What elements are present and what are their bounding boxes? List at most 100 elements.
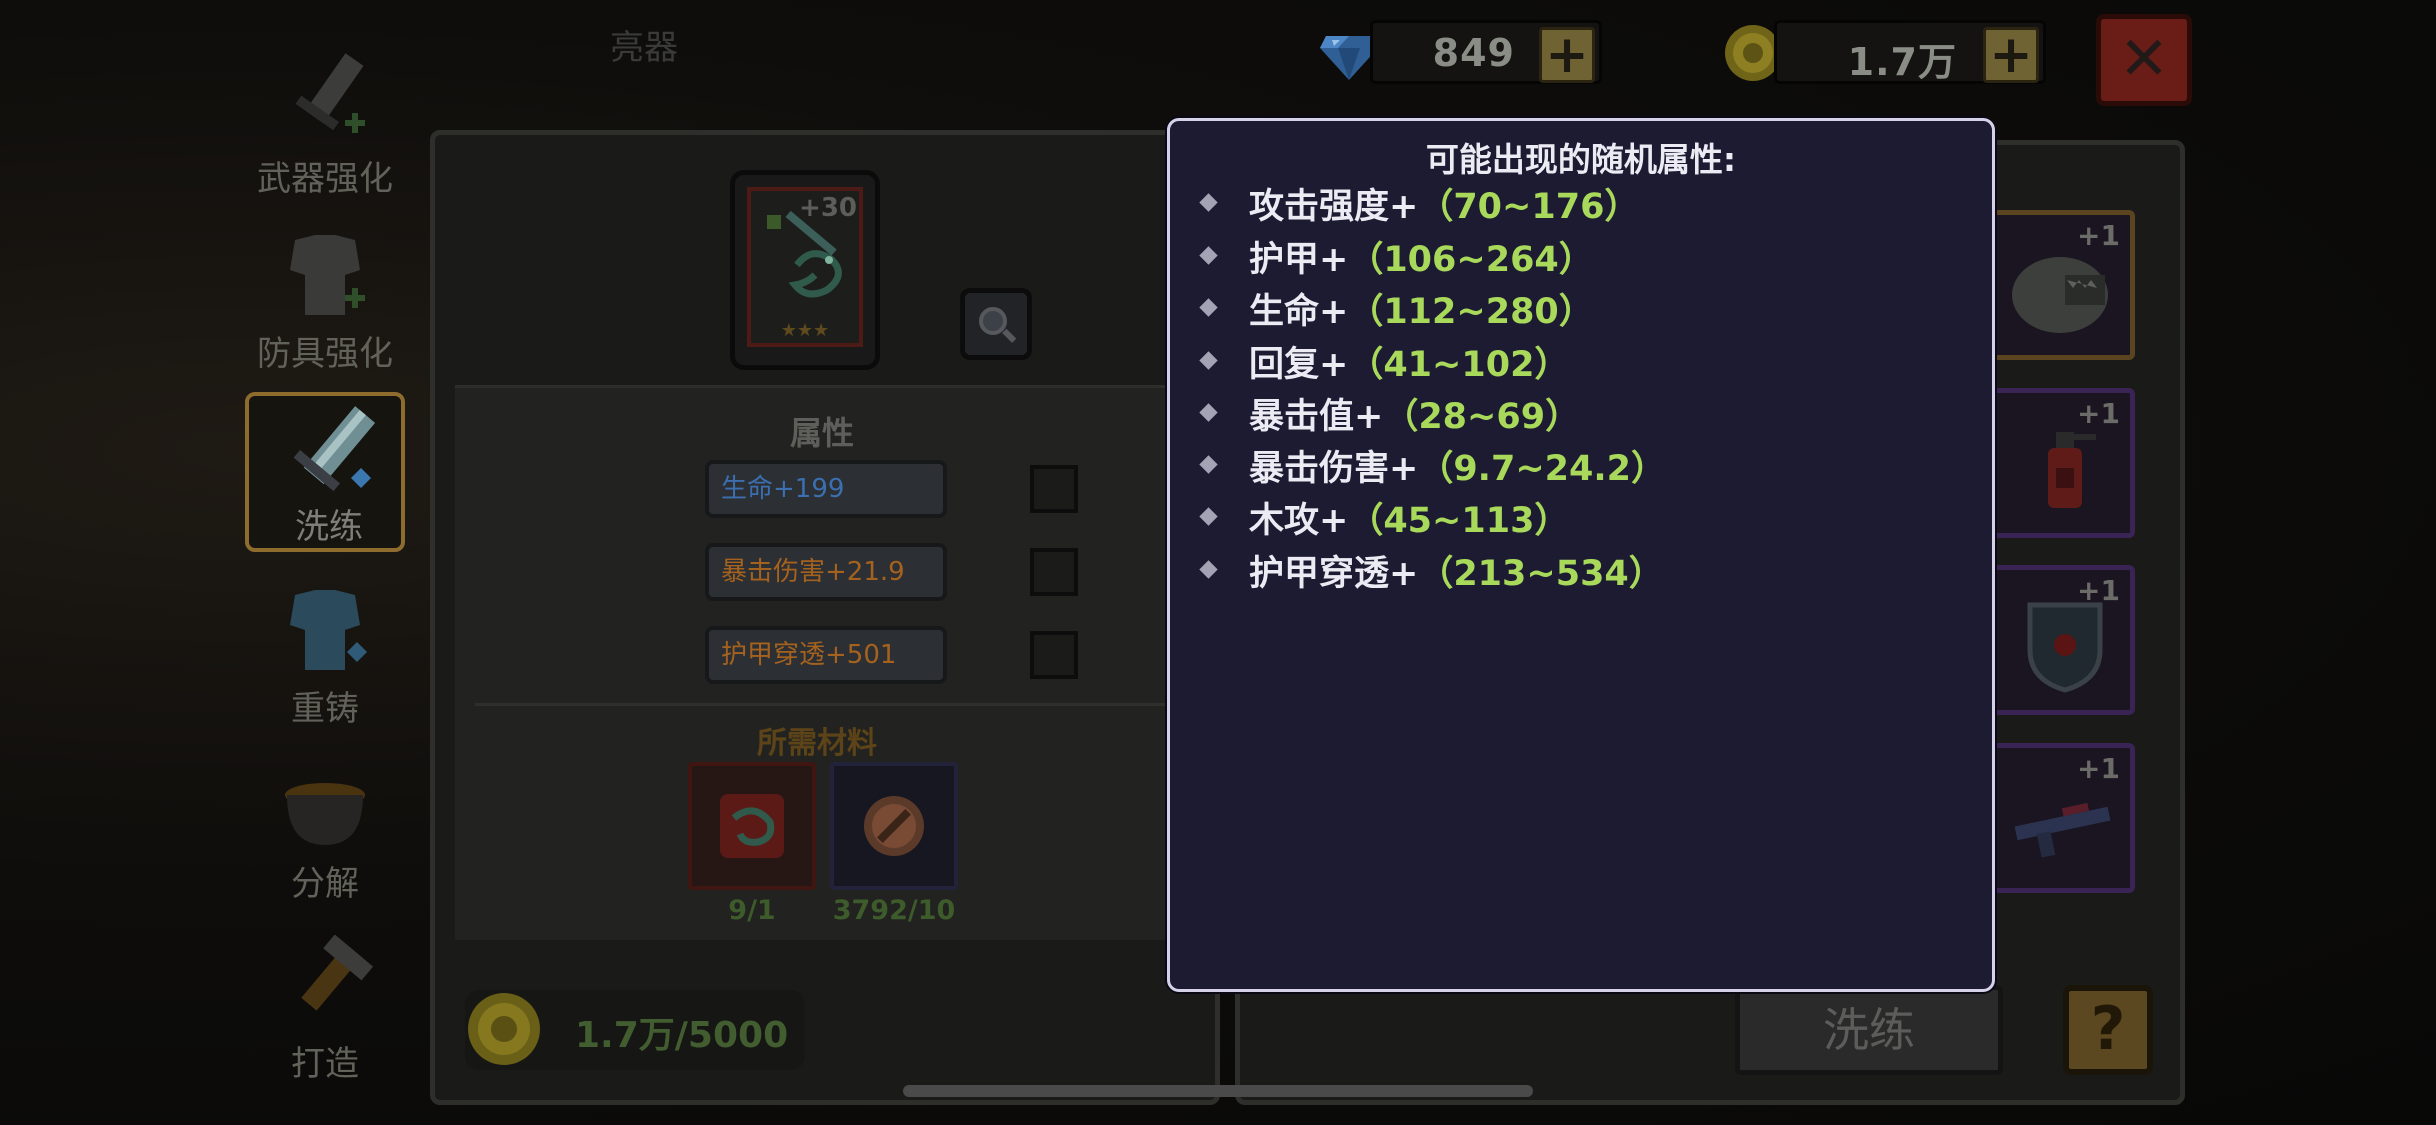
tooltip-title: 可能出现的随机属性: <box>1425 140 1737 179</box>
material-slot-weapon[interactable] <box>688 762 816 890</box>
sidebar-item-reroll[interactable]: 洗练 <box>245 392 405 552</box>
gem-count: 849 <box>1432 31 1515 75</box>
attr-name: 生命+ <box>1249 292 1349 332</box>
bullet-icon <box>1199 506 1218 526</box>
shield-icon <box>2027 602 2103 693</box>
attr-name: 木攻+ <box>1249 501 1349 541</box>
lock-checkbox-life[interactable] <box>1030 465 1078 513</box>
attribute-armor-penetration: 护甲穿透+501 <box>705 626 947 684</box>
attr-name: 暴击值+ <box>1249 397 1384 437</box>
attr-range: （213~534） <box>1418 554 1664 594</box>
equipment-stars: ★★★ <box>780 320 830 341</box>
inventory-slot[interactable]: +1 <box>1985 210 2135 360</box>
attributes-header: 属性 <box>790 414 855 452</box>
material-count-stone: 3792/10 <box>832 895 956 926</box>
bullet-icon <box>1199 454 1218 474</box>
tooltip-row: 护甲穿透+（213~534） <box>1199 545 1664 594</box>
tooltip-row: 护甲+（106~264） <box>1199 231 1594 280</box>
tooltip-row: 生命+（112~280） <box>1199 283 1594 332</box>
gold-coin-icon <box>468 993 540 1065</box>
reroll-sword-icon <box>293 406 376 492</box>
sidebar-item-label: 打造 <box>291 1044 359 1084</box>
magnifier-icon <box>979 307 1017 343</box>
forge-hammer-icon <box>301 935 374 1011</box>
attr-name: 护甲穿透+ <box>1249 554 1419 594</box>
sidebar-item-forge[interactable]: 打造 <box>245 925 405 1085</box>
gun-icon <box>2014 802 2111 858</box>
attr-name: 攻击强度+ <box>1249 187 1419 227</box>
attr-range: （45~113） <box>1348 501 1570 541</box>
attr-name: 回复+ <box>1249 345 1349 385</box>
tooltip-row: 木攻+（45~113） <box>1199 492 1570 541</box>
equipment-level-badge: +30 <box>799 193 857 223</box>
bullet-icon <box>1199 402 1218 422</box>
attr-range: （9.7~24.2） <box>1418 449 1667 489</box>
attr-range: （70~176） <box>1418 187 1640 227</box>
bullet-icon <box>1199 559 1218 579</box>
bullet-icon <box>1199 297 1218 317</box>
section-divider <box>475 703 1205 706</box>
sidebar-item-dismantle[interactable]: 分解 <box>245 745 405 905</box>
attribute-crit-damage: 暴击伤害+21.9 <box>705 543 947 601</box>
gold-count: 1.7万 <box>1847 40 1957 84</box>
slot-plus-badge: +1 <box>2077 219 2120 252</box>
dragon-pet-icon <box>2012 257 2108 333</box>
help-button[interactable]: ? <box>2063 985 2153 1075</box>
materials-header: 所需材料 <box>757 726 877 761</box>
sidebar-item-label: 武器强化 <box>257 159 393 199</box>
attr-range: （41~102） <box>1348 345 1570 385</box>
tooltip-row: 回复+（41~102） <box>1199 336 1570 385</box>
inspect-button[interactable] <box>960 288 1032 360</box>
attribute-life: 生命+199 <box>705 460 947 518</box>
inventory-slot[interactable]: +1 <box>1985 565 2135 715</box>
attribute-label: 暴击伤害+21.9 <box>721 557 905 587</box>
sidebar-item-weapon-upgrade[interactable]: 武器强化 <box>245 40 405 200</box>
attr-name: 暴击伤害+ <box>1249 449 1419 489</box>
equipment-slot: +30 ★★★ <box>747 187 863 347</box>
gold-counter: 1.7万 + <box>1774 20 2046 84</box>
fire-extinguisher-icon <box>2048 432 2096 508</box>
faded-header-label: 亮器 <box>610 28 678 68</box>
material-count-weapon: 9/1 <box>728 895 776 926</box>
lock-checkbox-armor-penetration[interactable] <box>1030 631 1078 679</box>
random-attributes-tooltip: 可能出现的随机属性: 攻击强度+（70~176） 护甲+（106~264） 生命… <box>1167 118 1995 992</box>
attr-range: （106~264） <box>1348 240 1594 280</box>
recast-armor-icon <box>290 590 367 670</box>
sidebar-item-label: 防具强化 <box>257 334 393 374</box>
weapon-material-icon <box>720 794 784 858</box>
reroll-button[interactable]: 洗练 <box>1735 985 2003 1075</box>
gem-counter: 849 + <box>1370 20 1602 84</box>
sidebar-item-armor-upgrade[interactable]: 防具强化 <box>245 215 405 375</box>
slot-plus-badge: +1 <box>2077 752 2120 785</box>
attribute-label: 生命+199 <box>721 474 845 504</box>
forge-screen: 亮器 849 + 1.7万 + ✕ 武器强化 防具强化 洗练 重铸 分解 打造 … <box>0 0 2436 1125</box>
sidebar-item-label: 洗练 <box>295 507 363 547</box>
material-slot-stone[interactable] <box>830 762 958 890</box>
bullet-icon <box>1199 350 1218 370</box>
sidebar-item-recast[interactable]: 重铸 <box>245 570 405 730</box>
equipment-frame[interactable]: +30 ★★★ <box>730 170 880 370</box>
tooltip-row: 攻击强度+（70~176） <box>1199 178 1640 227</box>
lock-checkbox-crit-damage[interactable] <box>1030 548 1078 596</box>
home-indicator[interactable] <box>903 1085 1533 1097</box>
bullet-icon <box>1199 245 1218 265</box>
sidebar-item-label: 分解 <box>291 864 359 904</box>
attribute-label: 护甲穿透+501 <box>721 640 897 670</box>
slot-plus-badge: +1 <box>2077 397 2120 430</box>
inventory-slot[interactable]: +1 <box>1985 388 2135 538</box>
add-gold-button[interactable]: + <box>1983 27 2039 83</box>
inventory-slot[interactable]: +1 <box>1985 743 2135 893</box>
sidebar-item-label: 重铸 <box>291 689 359 729</box>
slot-plus-badge: +1 <box>2077 574 2120 607</box>
bullet-icon <box>1199 192 1218 212</box>
sword-upgrade-icon <box>295 53 365 133</box>
attr-range: （112~280） <box>1348 292 1594 332</box>
attr-name: 护甲+ <box>1249 240 1349 280</box>
gold-cost: 1.7万/5000 <box>575 1015 789 1056</box>
reroll-stone-icon <box>864 796 924 856</box>
close-button[interactable]: ✕ <box>2096 14 2192 106</box>
tooltip-row: 暴击伤害+（9.7~24.2） <box>1199 440 1667 489</box>
tooltip-row: 暴击值+（28~69） <box>1199 388 1580 437</box>
add-gems-button[interactable]: + <box>1539 27 1595 83</box>
armor-upgrade-icon <box>290 235 365 315</box>
